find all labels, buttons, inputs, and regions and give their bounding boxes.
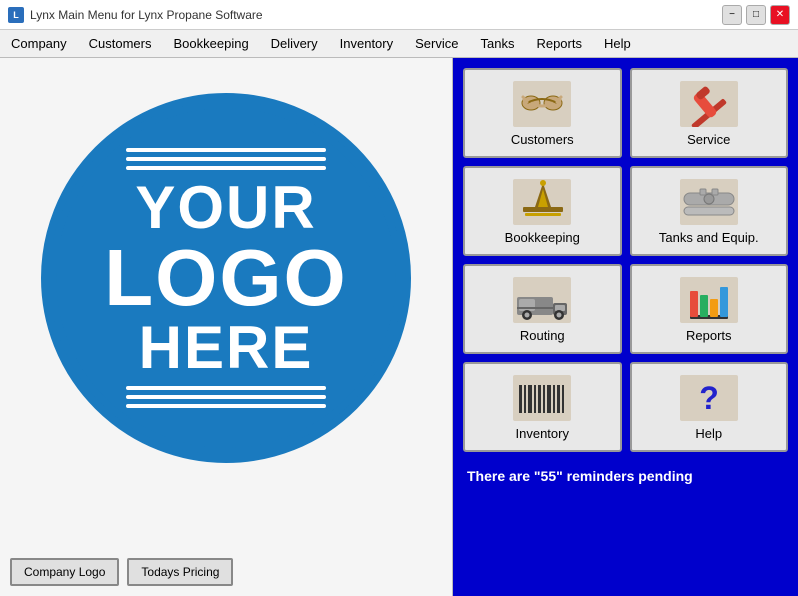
logo-area: YOUR LOGO HERE [26, 68, 426, 488]
menu-help[interactable]: Help [593, 31, 642, 56]
customers-icon [512, 80, 572, 128]
tanks-label: Tanks and Equip. [659, 230, 759, 245]
service-label: Service [687, 132, 730, 147]
logo-text-here: HERE [139, 318, 314, 378]
btn-customers[interactable]: Customers [463, 68, 622, 158]
routing-label: Routing [520, 328, 565, 343]
menu-bar: Company Customers Bookkeeping Delivery I… [0, 30, 798, 58]
maximize-button[interactable]: □ [746, 5, 766, 25]
logo-circle-outer: YOUR LOGO HERE [41, 93, 411, 463]
bookkeeping-label: Bookkeeping [505, 230, 580, 245]
logo-text-your: YOUR [135, 178, 316, 238]
logo-line-2 [126, 157, 326, 161]
right-panel: Customers Service [453, 58, 798, 596]
logo-lines-top [126, 148, 326, 170]
minimize-button[interactable]: − [722, 5, 742, 25]
logo-lines-bottom [126, 386, 326, 408]
logo-line-6 [126, 404, 326, 408]
logo-line-3 [126, 166, 326, 170]
menu-company[interactable]: Company [0, 31, 78, 56]
reminders-text: There are "55" reminders pending [463, 464, 788, 488]
todays-pricing-button[interactable]: Todays Pricing [127, 558, 233, 586]
logo-line-4 [126, 386, 326, 390]
btn-help[interactable]: ? Help [630, 362, 789, 452]
tanks-icon [679, 178, 739, 226]
main-content: YOUR LOGO HERE Company Logo Todays Prici… [0, 58, 798, 596]
title-bar: L Lynx Main Menu for Lynx Propane Softwa… [0, 0, 798, 30]
help-label: Help [695, 426, 722, 441]
menu-bookkeeping[interactable]: Bookkeeping [163, 31, 260, 56]
btn-bookkeeping[interactable]: Bookkeeping [463, 166, 622, 256]
reports-icon [679, 276, 739, 324]
grid-row-2: Bookkeeping Tanks and Equip. [463, 166, 788, 256]
grid-row-4: Inventory ? Help [463, 362, 788, 452]
menu-service[interactable]: Service [404, 31, 469, 56]
bookkeeping-icon [512, 178, 572, 226]
btn-reports[interactable]: Reports [630, 264, 789, 354]
logo-text-logo: LOGO [104, 238, 348, 318]
logo-line-1 [126, 148, 326, 152]
window-controls: − □ ✕ [722, 5, 790, 25]
grid-row-3: Routing Reports [463, 264, 788, 354]
btn-inventory[interactable]: Inventory [463, 362, 622, 452]
inventory-icon [512, 374, 572, 422]
menu-customers[interactable]: Customers [78, 31, 163, 56]
menu-delivery[interactable]: Delivery [260, 31, 329, 56]
company-logo-button[interactable]: Company Logo [10, 558, 119, 586]
menu-reports[interactable]: Reports [525, 31, 593, 56]
customers-label: Customers [511, 132, 574, 147]
app-icon: L [8, 7, 24, 23]
inventory-label: Inventory [516, 426, 569, 441]
menu-inventory[interactable]: Inventory [329, 31, 404, 56]
left-panel: YOUR LOGO HERE Company Logo Todays Prici… [0, 58, 453, 596]
menu-tanks[interactable]: Tanks [469, 31, 525, 56]
svg-text:?: ? [699, 380, 719, 416]
window-title: Lynx Main Menu for Lynx Propane Software [30, 8, 263, 22]
logo-line-5 [126, 395, 326, 399]
bottom-buttons: Company Logo Todays Pricing [10, 558, 233, 586]
close-button[interactable]: ✕ [770, 5, 790, 25]
title-bar-left: L Lynx Main Menu for Lynx Propane Softwa… [8, 7, 263, 23]
btn-routing[interactable]: Routing [463, 264, 622, 354]
grid-row-1: Customers Service [463, 68, 788, 158]
btn-tanks[interactable]: Tanks and Equip. [630, 166, 789, 256]
help-icon: ? [679, 374, 739, 422]
routing-icon [512, 276, 572, 324]
service-icon [679, 80, 739, 128]
logo-circle-inner: YOUR LOGO HERE [56, 108, 396, 448]
btn-service[interactable]: Service [630, 68, 789, 158]
reports-label: Reports [686, 328, 732, 343]
